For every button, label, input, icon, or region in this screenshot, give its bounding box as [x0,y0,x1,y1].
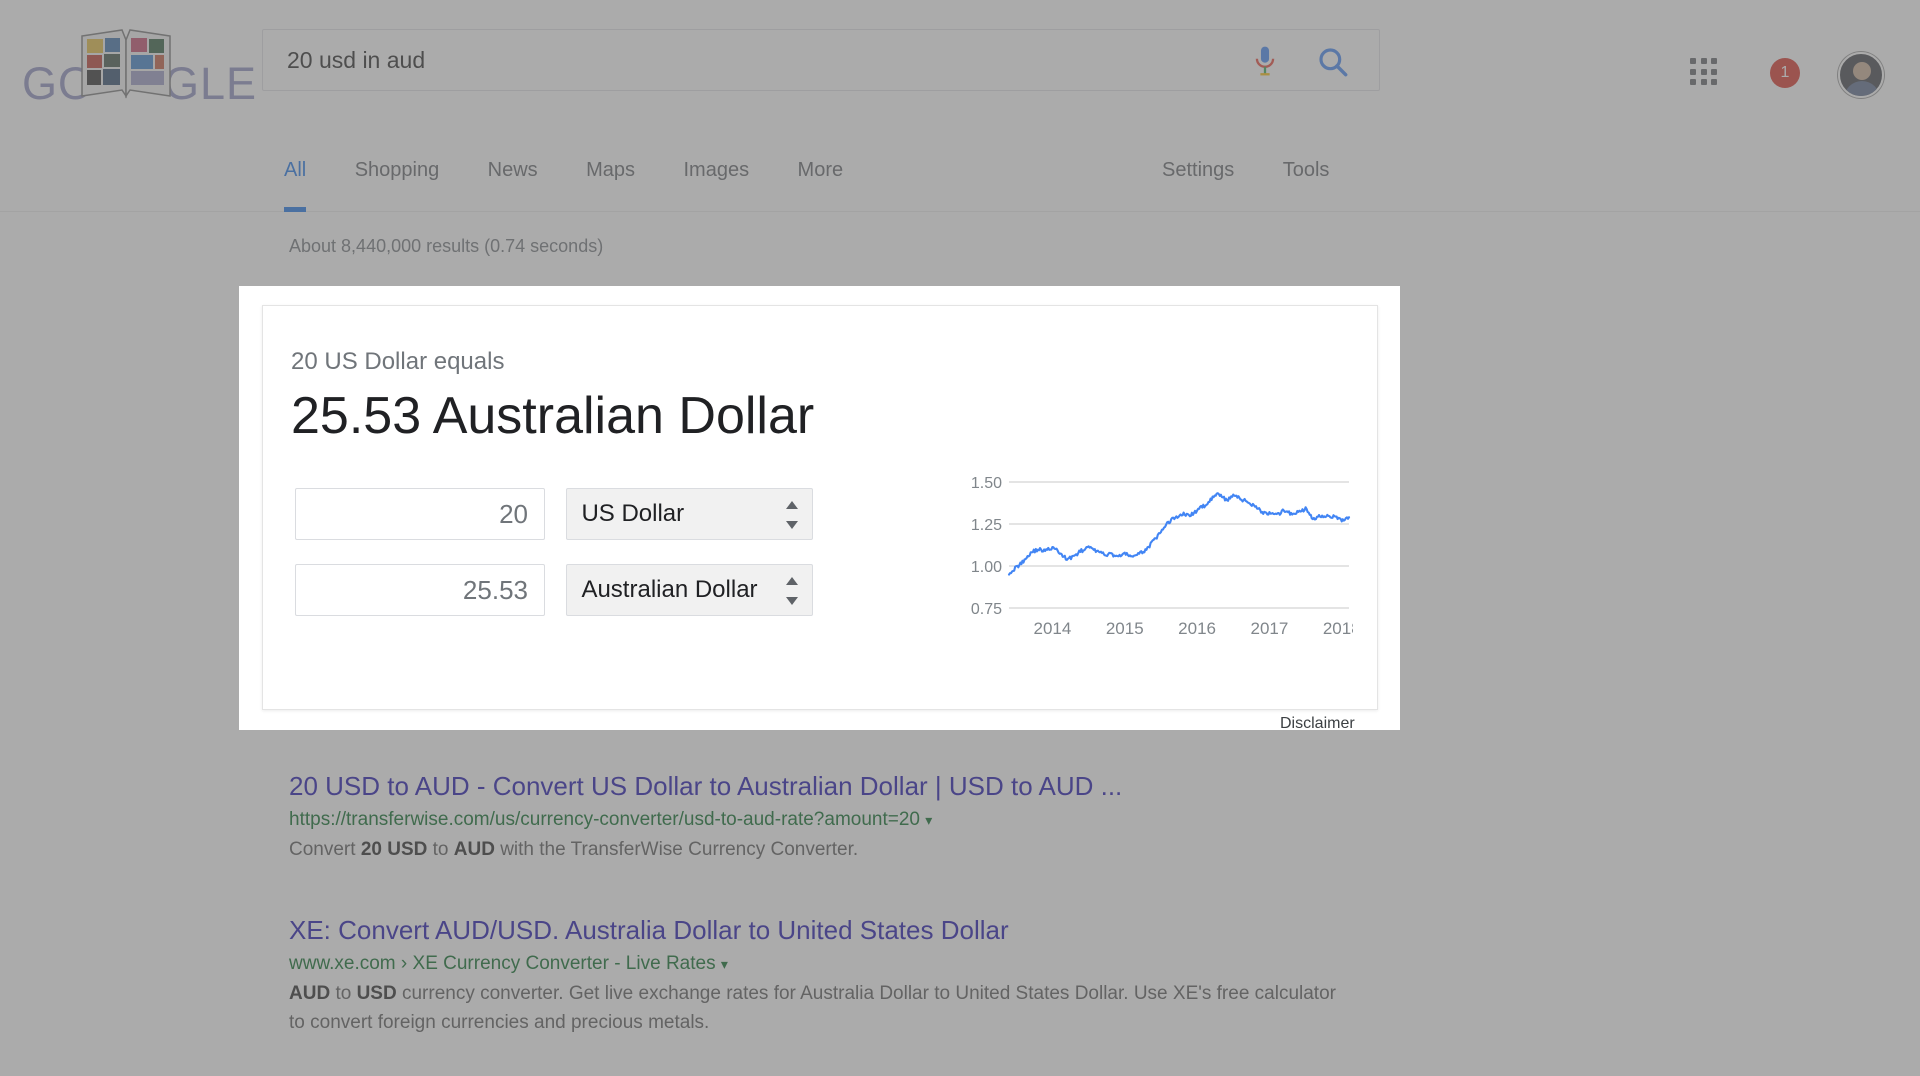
notification-badge[interactable]: 1 [1770,58,1800,88]
search-icon[interactable] [1317,46,1349,78]
result-title[interactable]: XE: Convert AUD/USD. Australia Dollar to… [289,914,1489,948]
tab-more[interactable]: More [776,140,866,212]
google-doodle-book-icon [78,26,174,100]
from-amount-input[interactable] [295,488,545,540]
chevron-down-icon[interactable]: ▾ [925,812,932,828]
tab-images[interactable]: Images [662,140,772,212]
from-currency-spinner-icon[interactable] [786,501,798,529]
svg-text:1.25: 1.25 [971,517,1002,534]
google-apps-grid-icon[interactable] [1690,58,1718,86]
search-nav-bar: All Shopping News Maps Images More Setti… [0,140,1920,212]
svg-text:2014: 2014 [1033,619,1071,638]
result-url[interactable]: https://transferwise.com/us/currency-con… [289,809,1489,831]
svg-text:2015: 2015 [1106,619,1144,638]
exchange-rate-chart[interactable]: 0.75 1.00 1.25 1.50 2014 2015 2016 2017 2018 [963,474,1353,644]
search-input[interactable] [287,30,1227,90]
chevron-down-icon[interactable]: ▾ [721,956,728,972]
google-search-results-page: GO GLE [0,0,1920,1076]
svg-text:0.75: 0.75 [971,601,1002,618]
search-results-list: 20 USD to AUD - Convert US Dollar to Aus… [289,770,1489,1076]
svg-text:1.00: 1.00 [971,559,1002,576]
search-tabs: All Shopping News Maps Images More [262,140,865,212]
result-url-text: https://transferwise.com/us/currency-con… [289,809,920,830]
search-result-item: 20 USD to AUD - Convert US Dollar to Aus… [289,770,1489,864]
to-amount-input[interactable] [295,564,545,616]
tab-shopping[interactable]: Shopping [333,140,462,212]
microphone-icon[interactable] [1251,46,1279,76]
tools-button[interactable]: Tools [1261,140,1352,212]
user-avatar[interactable] [1838,52,1884,98]
conversion-row-to: Australian Dollar [295,564,813,616]
conversion-subtitle: 20 US Dollar equals [291,348,504,376]
from-currency-label: US Dollar [581,489,684,539]
tab-news[interactable]: News [466,140,560,212]
tab-all[interactable]: All [262,140,328,212]
to-currency-spinner-icon[interactable] [786,577,798,605]
logo-text-right: GLE [164,58,257,110]
result-description: Convert 20 USD to AUD with the TransferW… [289,835,1349,864]
conversion-headline: 25.53 Australian Dollar [291,386,814,446]
svg-text:2017: 2017 [1251,619,1289,638]
disclaimer-link[interactable]: Disclaimer [1280,715,1355,733]
from-currency-select[interactable]: US Dollar [566,488,813,540]
avatar-head [1853,62,1871,80]
conversion-row-from: US Dollar [295,488,813,540]
page-header: GO GLE [0,0,1920,212]
to-currency-label: Australian Dollar [581,565,757,615]
svg-text:1.50: 1.50 [971,475,1002,492]
to-currency-select[interactable]: Australian Dollar [566,564,813,616]
result-description: AUD to USD currency converter. Get live … [289,979,1349,1038]
currency-converter-card: 20 US Dollar equals 25.53 Australian Dol… [262,305,1378,710]
result-title[interactable]: 20 USD to AUD - Convert US Dollar to Aus… [289,770,1489,804]
search-result-item: XE: Convert AUD/USD. Australia Dollar to… [289,914,1489,1038]
result-url[interactable]: www.xe.com › XE Currency Converter - Liv… [289,953,1489,975]
settings-button[interactable]: Settings [1140,140,1256,212]
search-tools-group: Settings Tools [1140,140,1351,212]
avatar-body [1844,81,1880,98]
results-count: About 8,440,000 results (0.74 seconds) [289,236,603,257]
svg-text:2018: 2018 [1323,619,1353,638]
svg-text:2016: 2016 [1178,619,1216,638]
result-url-text: www.xe.com › XE Currency Converter - Liv… [289,953,716,974]
search-bar[interactable] [262,29,1380,91]
google-doodle-logo[interactable]: GO GLE [22,22,228,98]
tab-maps[interactable]: Maps [564,140,657,212]
